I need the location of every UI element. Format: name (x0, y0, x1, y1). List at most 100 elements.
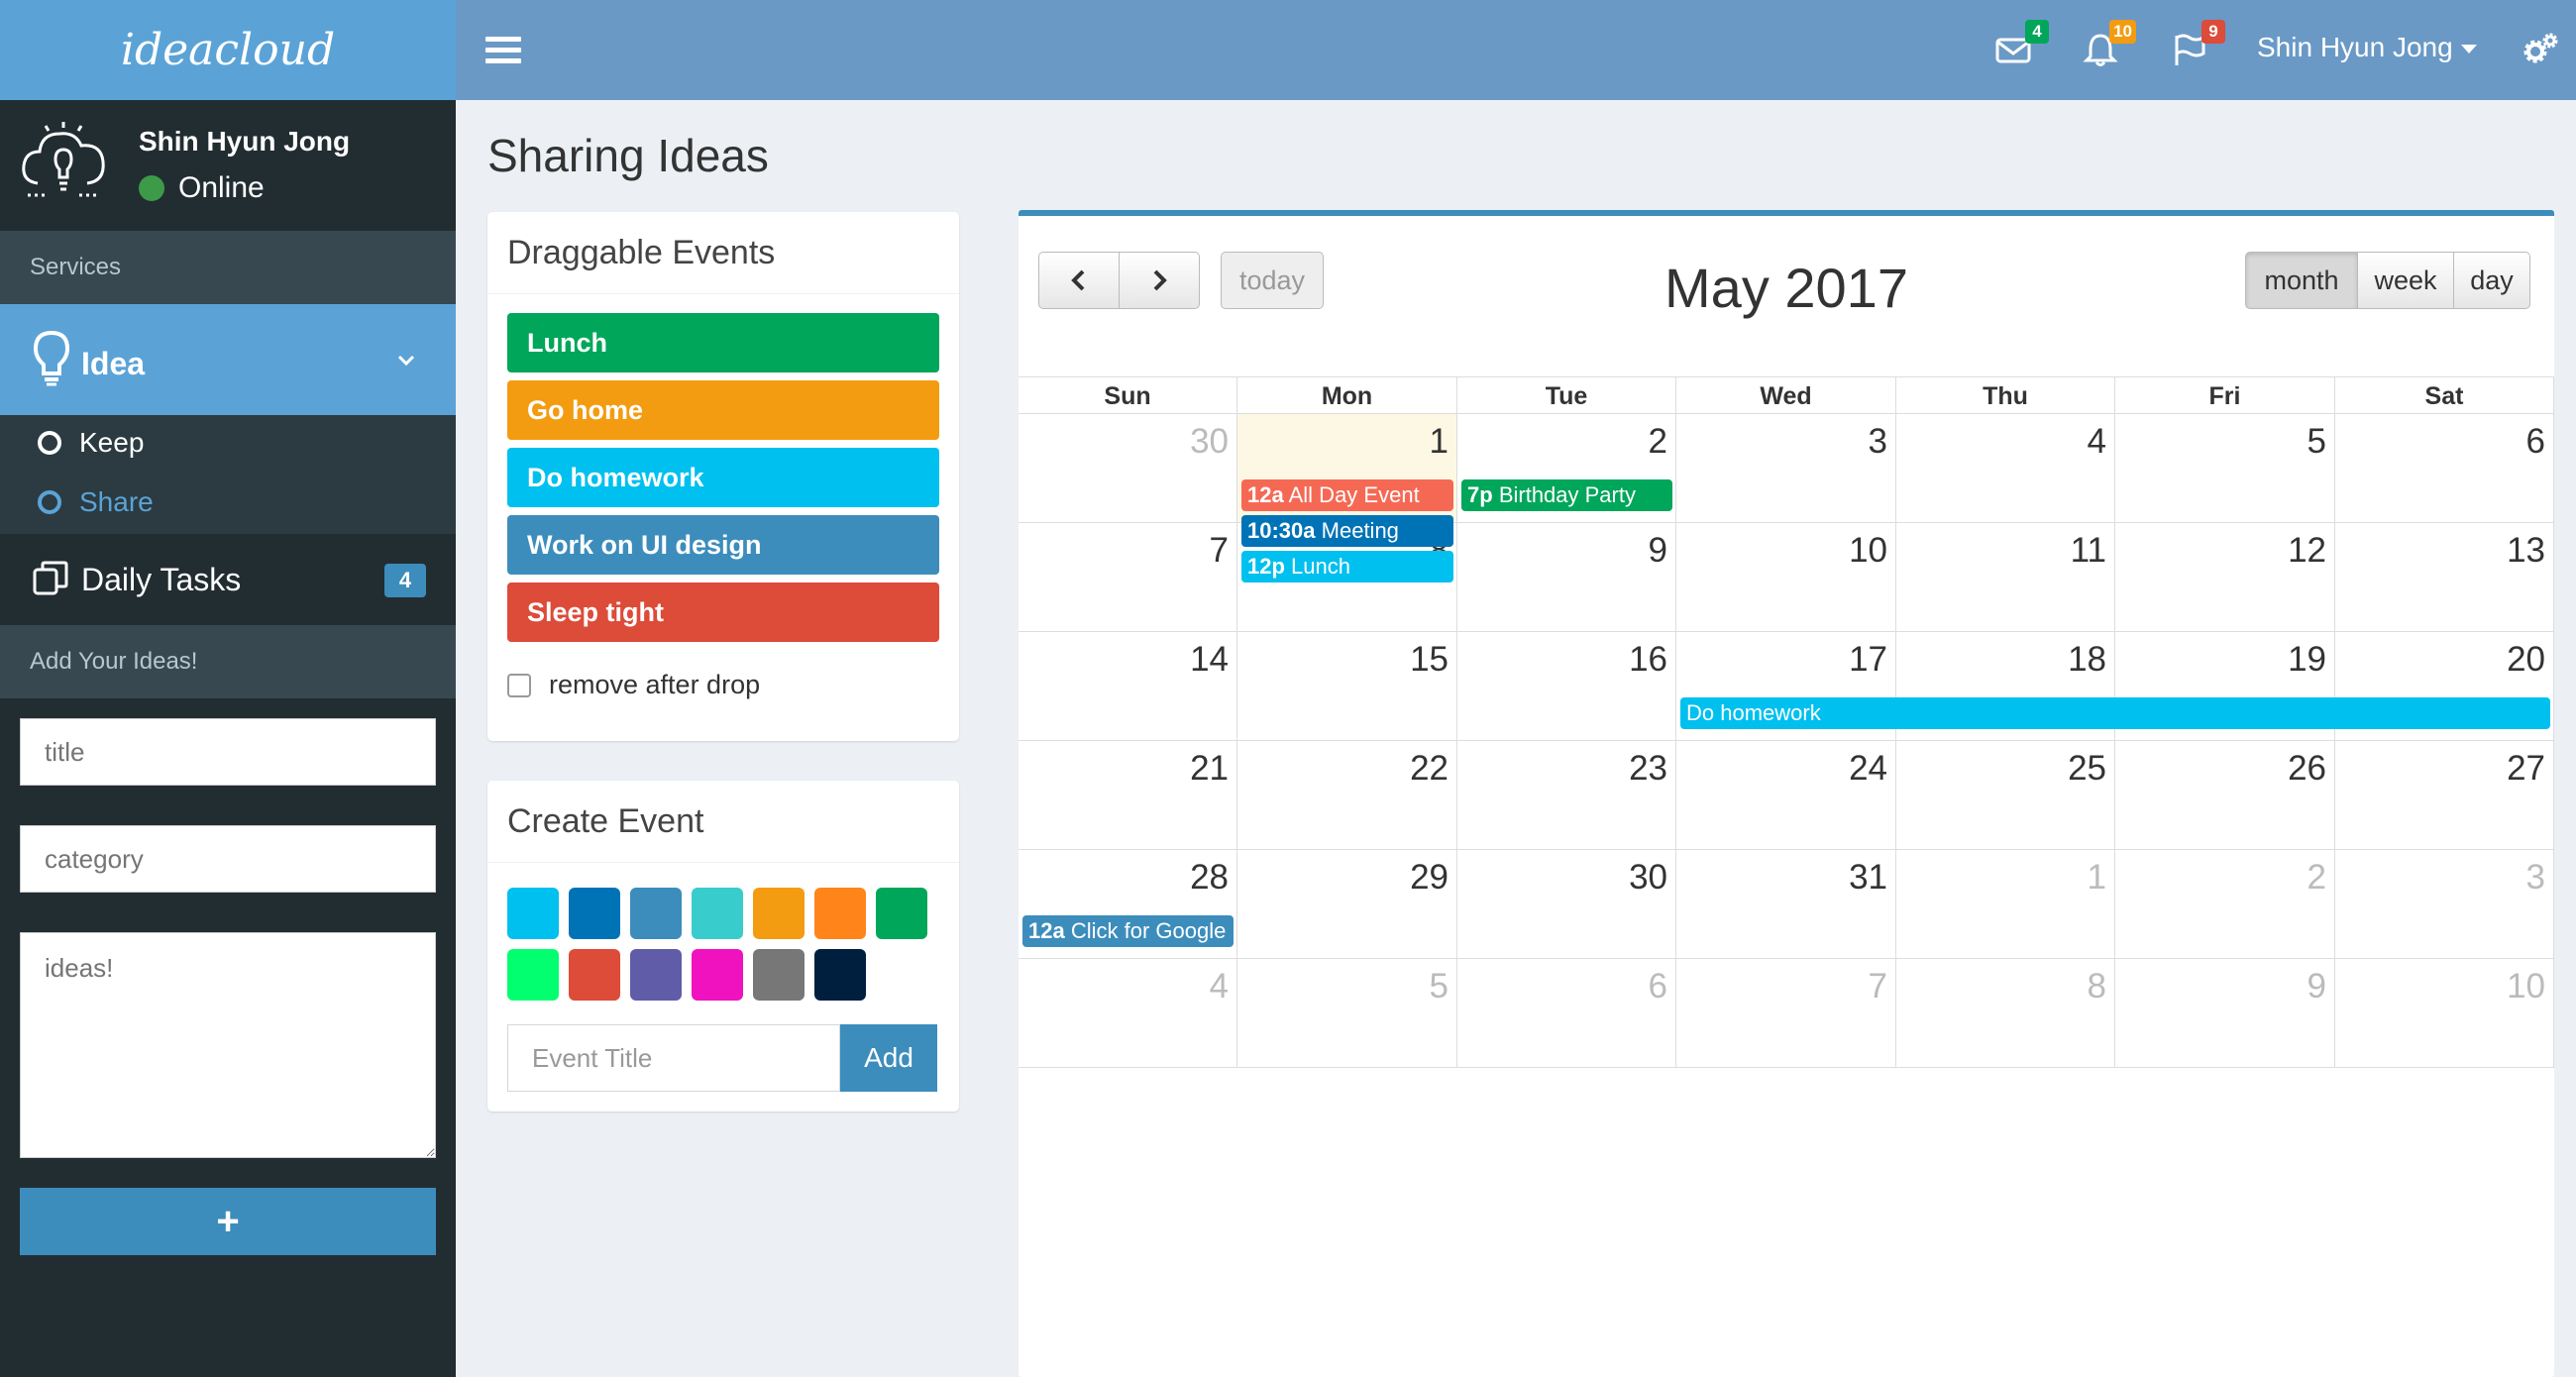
color-swatch-aqua[interactable] (507, 888, 559, 939)
calendar-day-cell[interactable]: 3 (1676, 414, 1896, 523)
color-swatch-blue[interactable] (569, 888, 620, 939)
color-swatch-red[interactable] (569, 949, 620, 1001)
day-number: 6 (1648, 967, 1667, 1006)
remove-after-drop-checkbox[interactable]: remove after drop (507, 670, 760, 700)
calendar-day-cell[interactable]: 9 (2115, 959, 2335, 1068)
calendar-event-time: 12p (1247, 554, 1285, 579)
day-number: 29 (1410, 858, 1449, 897)
calendar-grid: SunMonTueWedThuFriSat3012345678910111213… (1019, 376, 2554, 1377)
caret-down-icon (2460, 45, 2477, 54)
color-swatch-orange[interactable] (814, 888, 866, 939)
day-number: 10 (1849, 531, 1887, 570)
app-logo[interactable]: ideacloud (0, 0, 456, 100)
calendar-day-cell[interactable]: 5 (2115, 414, 2335, 523)
color-swatch-teal[interactable] (692, 888, 743, 939)
draggable-event-do-homework[interactable]: Do homework (507, 448, 939, 507)
calendar-event[interactable]: 12a Click for Google (1022, 915, 1234, 947)
calendar-day-cell[interactable]: 4 (1896, 414, 2115, 523)
calendar-day-cell[interactable]: 10 (2335, 959, 2554, 1068)
chevron-down-icon[interactable] (396, 350, 416, 370)
calendar-day-cell[interactable]: 3 (2335, 850, 2554, 959)
circle-icon (38, 431, 61, 455)
draggable-event-work-on-ui-design[interactable]: Work on UI design (507, 515, 939, 575)
day-number: 2 (2307, 858, 2326, 897)
calendar-day-cell[interactable]: 30 (1457, 850, 1676, 959)
day-number: 16 (1629, 640, 1667, 679)
day-number: 20 (2507, 640, 2545, 679)
color-swatch-lime[interactable] (507, 949, 559, 1001)
calendar-day-cell[interactable]: 4 (1019, 959, 1237, 1068)
color-swatch-light-blue[interactable] (630, 888, 682, 939)
color-swatch-purple[interactable] (630, 949, 682, 1001)
event-title-input[interactable]: Event Title (507, 1024, 840, 1092)
calendar-day-cell[interactable]: 13 (2335, 523, 2554, 632)
calendar-event[interactable]: 7p Birthday Party (1461, 479, 1672, 511)
calendar-day-cell[interactable]: 25 (1896, 741, 2115, 850)
calendar-day-cell[interactable]: 15 (1237, 632, 1457, 741)
day-number: 27 (2507, 749, 2545, 788)
sidebar-item-share[interactable]: Share (38, 486, 154, 518)
calendar-day-cell[interactable]: 6 (2335, 414, 2554, 523)
calendar-day-cell[interactable]: 7 (1019, 523, 1237, 632)
calendar-event[interactable]: 12a All Day Event (1241, 479, 1453, 511)
calendar-day-cell[interactable]: 22 (1237, 741, 1457, 850)
calendar-event[interactable]: 12p Lunch (1241, 551, 1453, 583)
color-swatch-green[interactable] (876, 888, 927, 939)
calendar-day-cell[interactable]: 7 (1676, 959, 1896, 1068)
draggable-event-sleep-tight[interactable]: Sleep tight (507, 583, 939, 642)
bell-icon[interactable]: 10 (2081, 20, 2136, 73)
day-number: 2 (1648, 422, 1667, 461)
color-swatch-navy[interactable] (814, 949, 866, 1001)
flag-icon[interactable]: 9 (2170, 20, 2225, 73)
calendar-day-cell[interactable]: 21 (1019, 741, 1237, 850)
calendar-day-cell[interactable]: 9 (1457, 523, 1676, 632)
calendar-day-cell[interactable]: 30 (1019, 414, 1237, 523)
calendar-day-cell[interactable]: 10 (1676, 523, 1896, 632)
calendar-day-cell[interactable]: 1 (1896, 850, 2115, 959)
day-number: 15 (1410, 640, 1449, 679)
add-idea-button[interactable]: + (20, 1188, 436, 1255)
calendar-day-cell[interactable]: 31 (1676, 850, 1896, 959)
day-number: 1 (1429, 422, 1449, 461)
sidebar-item-share-label: Share (79, 486, 154, 517)
calendar-day-cell[interactable]: 8 (1896, 959, 2115, 1068)
calendar-day-cell[interactable]: 14 (1019, 632, 1237, 741)
calendar-day-cell[interactable]: 2 (2115, 850, 2335, 959)
calendar-day-cell[interactable]: 26 (2115, 741, 2335, 850)
calendar-day-cell[interactable]: 11 (1896, 523, 2115, 632)
sidebar-item-keep[interactable]: Keep (38, 427, 144, 459)
calendar-event[interactable]: 10:30a Meeting (1241, 515, 1453, 547)
idea-text-input[interactable] (20, 932, 436, 1158)
calendar-day-cell[interactable]: 16 (1457, 632, 1676, 741)
sidebar-item-daily-tasks[interactable]: Daily Tasks 4 (0, 534, 456, 625)
calendar-day-cell[interactable]: 24 (1676, 741, 1896, 850)
color-swatch-muted[interactable] (753, 949, 805, 1001)
sidebar-toggle-icon[interactable] (485, 32, 521, 67)
color-swatch-yellow[interactable] (753, 888, 805, 939)
idea-submenu: Keep Share (0, 415, 456, 534)
add-event-button[interactable]: Add (840, 1024, 937, 1092)
daily-tasks-count-badge: 4 (384, 564, 426, 597)
gears-icon[interactable] (2522, 32, 2558, 67)
calendar-day-cell[interactable]: 5 (1237, 959, 1457, 1068)
weekday-header-wed: Wed (1676, 376, 1896, 414)
view-month-button[interactable]: month (2245, 252, 2358, 309)
calendar-day-cell[interactable]: 6 (1457, 959, 1676, 1068)
calendar-day-cell[interactable]: 12 (2115, 523, 2335, 632)
calendar-day-cell[interactable]: 27 (2335, 741, 2554, 850)
calendar-event[interactable]: Do homework (1680, 697, 2550, 729)
user-menu[interactable]: Shin Hyun Jong (2257, 32, 2477, 63)
calendar-day-cell[interactable]: 23 (1457, 741, 1676, 850)
sidebar-item-idea[interactable]: Idea (0, 304, 456, 415)
draggable-event-lunch[interactable]: Lunch (507, 313, 939, 372)
view-day-button[interactable]: day (2453, 252, 2530, 309)
view-week-button[interactable]: week (2357, 252, 2454, 309)
checkbox-icon[interactable] (507, 673, 531, 697)
calendar-day-cell[interactable]: 29 (1237, 850, 1457, 959)
idea-category-input[interactable] (20, 825, 436, 893)
mail-icon[interactable]: 4 (1993, 20, 2049, 73)
idea-title-input[interactable] (20, 718, 436, 786)
calendar-event-title: All Day Event (1288, 482, 1420, 507)
color-swatch-fuchsia[interactable] (692, 949, 743, 1001)
draggable-event-go-home[interactable]: Go home (507, 380, 939, 440)
